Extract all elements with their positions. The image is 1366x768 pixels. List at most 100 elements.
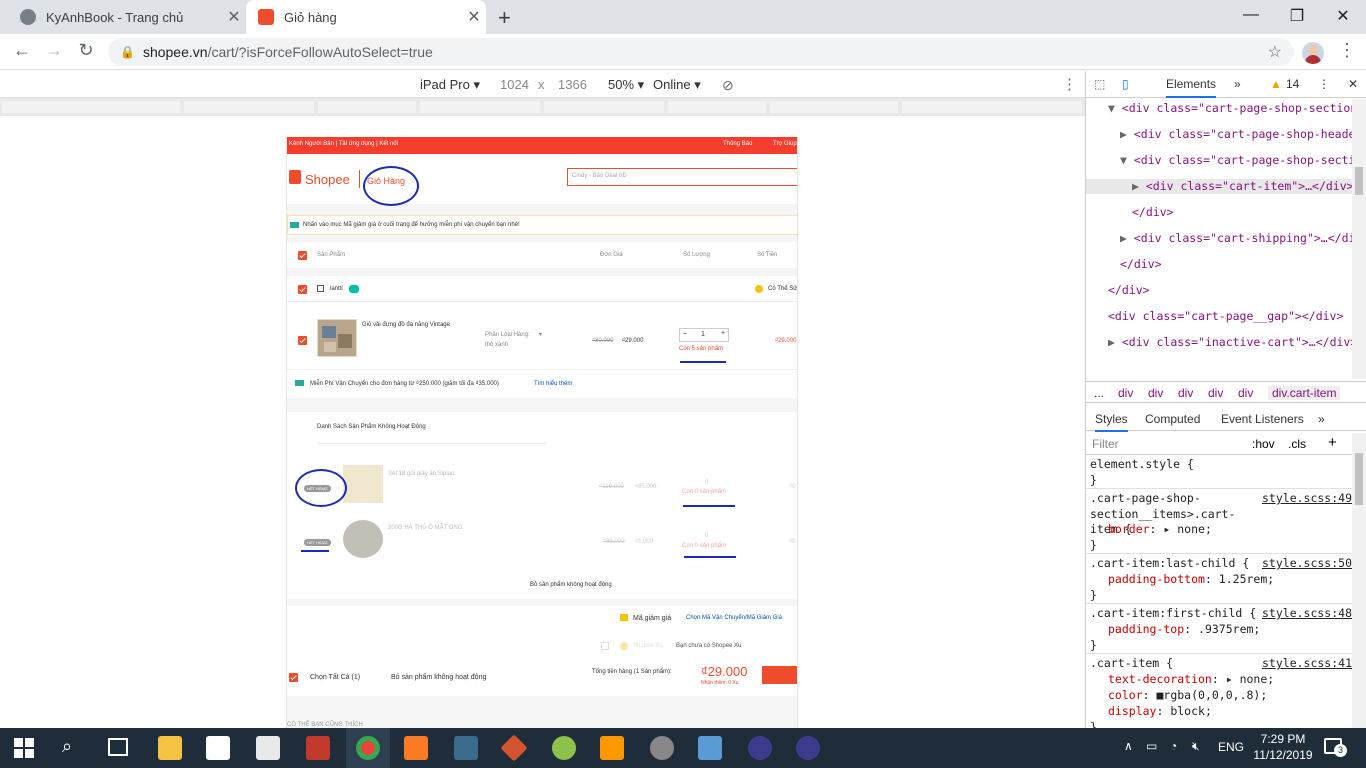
- warning-icon[interactable]: ▲: [1270, 77, 1282, 91]
- dom-node[interactable]: ▶ <div class="cart-page-shop-header">…</…: [1120, 127, 1352, 142]
- breadcrumb-item[interactable]: div: [1208, 386, 1223, 400]
- voucher-link[interactable]: Chọn Mã Vận Chuyển/Mã Giảm Giá: [686, 615, 782, 621]
- css-declaration[interactable]: text-decoration: ▸ none;: [1108, 672, 1274, 688]
- task-view-icon[interactable]: [108, 738, 128, 756]
- dom-scrollbar[interactable]: [1352, 99, 1366, 379]
- variant-dropdown-icon[interactable]: ▾: [539, 331, 542, 338]
- css-declaration[interactable]: color: ■rgba(0,0,0,.8);: [1108, 688, 1267, 704]
- css-declaration[interactable]: padding-top: .9375rem;: [1108, 622, 1260, 638]
- eclipse-icon[interactable]: [748, 736, 772, 760]
- computed-tab[interactable]: Computed: [1145, 412, 1200, 426]
- increase-button[interactable]: +: [721, 330, 725, 337]
- device-menu-icon[interactable]: ⋮: [1062, 75, 1077, 93]
- device-select[interactable]: iPad Pro ▾: [420, 77, 480, 93]
- back-icon[interactable]: ←: [10, 40, 34, 61]
- more-subtabs-icon[interactable]: »: [1318, 412, 1325, 426]
- product-name[interactable]: Giỏ vải đựng đồ đa năng Vintage: [362, 322, 450, 328]
- new-tab-button[interactable]: +: [498, 5, 511, 31]
- breadcrumb-item[interactable]: div: [1118, 386, 1133, 400]
- search-icon[interactable]: ⌕: [62, 736, 72, 757]
- breadcrumb-item[interactable]: ...: [1094, 386, 1104, 400]
- close-window-icon[interactable]: ✕: [1320, 6, 1366, 26]
- css-property[interactable]: display: [1108, 704, 1156, 718]
- dom-node[interactable]: ▼ <div class="cart-page-shop-section">: [1108, 101, 1352, 116]
- notifications-link[interactable]: Thông Báo: [723, 141, 752, 147]
- css-property[interactable]: color: [1108, 688, 1143, 702]
- css-source-link[interactable]: style.scss:48: [1262, 606, 1352, 622]
- shop-checkbox[interactable]: [298, 285, 307, 294]
- dom-node[interactable]: ▼ <div class="cart-page-shop-section__it…: [1120, 153, 1352, 168]
- event-listeners-tab[interactable]: Event Listeners: [1221, 412, 1304, 426]
- dom-node-arrow[interactable]: ▶: [1108, 335, 1122, 349]
- decrease-button[interactable]: −: [683, 331, 687, 338]
- tray-chevron-icon[interactable]: ∧: [1124, 739, 1133, 753]
- search-input[interactable]: Cindy - Bão Deal 0Đ: [567, 168, 797, 186]
- clock[interactable]: 7:29 PM 11/12/2019: [1252, 731, 1314, 763]
- inactive-product-thumbnail[interactable]: [343, 465, 383, 503]
- shopee-logo[interactable]: Shopee: [305, 172, 350, 187]
- quantity-value[interactable]: 1: [701, 331, 705, 338]
- dom-node-arrow[interactable]: ▶: [1132, 179, 1146, 193]
- restore-icon[interactable]: ❐: [1274, 6, 1320, 26]
- css-value[interactable]: ▸ none;: [1226, 672, 1274, 686]
- checkout-button[interactable]: [762, 666, 797, 684]
- xampp-icon[interactable]: [404, 736, 428, 760]
- styles-scrollbar[interactable]: [1352, 433, 1366, 728]
- styles-filter-input[interactable]: Filter: [1088, 435, 1240, 452]
- dom-node[interactable]: ▶ <div class="inactive-cart">…</div>: [1108, 335, 1352, 350]
- css-property[interactable]: border: [1108, 522, 1150, 536]
- css-source-link[interactable]: style.scss:50: [1262, 556, 1352, 572]
- css-selector[interactable]: .cart-item:last-child {: [1090, 556, 1249, 572]
- css-declaration[interactable]: display: block;: [1108, 704, 1212, 720]
- file-explorer-icon[interactable]: [158, 736, 182, 760]
- css-source-link[interactable]: style.scss:41: [1262, 656, 1352, 672]
- tab-cart[interactable]: Giỏ hàng ✕: [246, 0, 486, 34]
- help-link[interactable]: Trợ Giúp: [773, 141, 797, 147]
- width-input[interactable]: 1024: [500, 77, 529, 92]
- zoom-select[interactable]: 50% ▾: [608, 77, 644, 93]
- dom-node[interactable]: ▶ <div class="cart-shipping">…</div>: [1120, 231, 1352, 246]
- variant-label[interactable]: Phân Loại Hàng:: [485, 332, 530, 338]
- css-value[interactable]: .9375rem;: [1198, 622, 1260, 636]
- select-all-label[interactable]: Chọn Tất Cả (1): [310, 674, 360, 681]
- store-icon[interactable]: [206, 736, 230, 760]
- styles-tab[interactable]: Styles: [1095, 412, 1128, 432]
- xu-checkbox[interactable]: [601, 642, 609, 650]
- css-property[interactable]: padding-top: [1108, 622, 1184, 636]
- dom-node-arrow[interactable]: ▶: [1120, 127, 1134, 141]
- app-icon[interactable]: [650, 736, 674, 760]
- dom-node-arrow[interactable]: ▶: [1120, 231, 1134, 245]
- dom-tree[interactable]: ▼ <div class="cart-page-shop-section"> ▶ …: [1086, 99, 1352, 379]
- mail-icon[interactable]: [256, 736, 280, 760]
- css-value[interactable]: 1.25rem;: [1219, 572, 1274, 586]
- remove-inactive-link[interactable]: Bỏ sản phẩm không hoạt động: [530, 582, 612, 588]
- css-value[interactable]: ■rgba(0,0,0,.8);: [1156, 688, 1267, 702]
- sublime-text-icon[interactable]: [600, 736, 624, 760]
- more-tabs-icon[interactable]: »: [1234, 77, 1241, 91]
- eclipse-icon[interactable]: [796, 736, 820, 760]
- chat-icon[interactable]: [349, 285, 359, 293]
- devtools-close-icon[interactable]: ✕: [1348, 77, 1358, 91]
- network-icon[interactable]: ◔: [1170, 739, 1177, 753]
- css-declaration[interactable]: border: ▸ none;: [1108, 522, 1212, 538]
- minimize-icon[interactable]: —: [1228, 6, 1274, 24]
- shop-name[interactable]: lanttl: [330, 286, 343, 292]
- dom-node[interactable]: </div>: [1108, 283, 1150, 298]
- reload-icon[interactable]: ↻: [74, 40, 98, 61]
- volume-icon[interactable]: 🔇︎: [1192, 739, 1200, 754]
- rotate-icon[interactable]: ⊘: [722, 77, 734, 94]
- css-declaration[interactable]: padding-bottom: 1.25rem;: [1108, 572, 1274, 588]
- new-rule-icon[interactable]: +: [1328, 434, 1337, 451]
- battery-icon[interactable]: ▭: [1146, 739, 1157, 753]
- device-toggle-icon[interactable]: ▯: [1122, 77, 1129, 91]
- css-selector[interactable]: element.style {: [1090, 457, 1194, 473]
- css-property[interactable]: text-decoration: [1108, 672, 1212, 686]
- css-value[interactable]: ▸ none;: [1163, 522, 1211, 536]
- quantity-stepper[interactable]: − 1 +: [679, 328, 729, 342]
- dom-node-arrow[interactable]: ▼: [1108, 101, 1122, 115]
- css-selector[interactable]: .cart-item {: [1090, 656, 1173, 672]
- css-value[interactable]: block;: [1170, 704, 1212, 718]
- item-checkbox[interactable]: [298, 336, 307, 345]
- elements-tab[interactable]: Elements: [1166, 77, 1217, 98]
- profile-avatar[interactable]: [1302, 42, 1324, 64]
